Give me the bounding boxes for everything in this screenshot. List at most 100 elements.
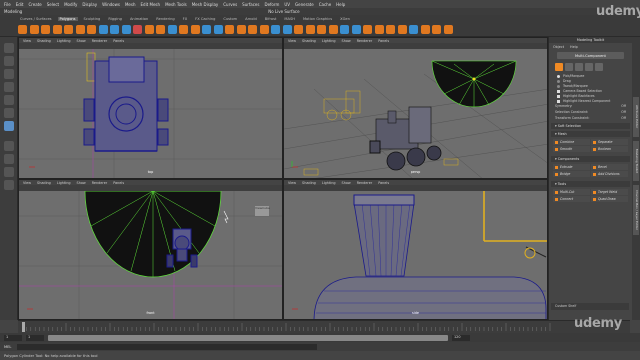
select-tool-icon[interactable] (4, 43, 14, 53)
menu-item[interactable]: Curves (223, 2, 237, 7)
vp-menu-renderer[interactable]: Renderer (357, 181, 372, 185)
range-bar[interactable] (48, 334, 448, 341)
shelf-tool-icon[interactable] (75, 25, 85, 34)
menu-item[interactable]: Cache (319, 2, 331, 7)
menu-item[interactable]: Select (47, 2, 59, 7)
shelf-tab[interactable]: Rigging (106, 17, 124, 21)
vp-menu-panels[interactable]: Panels (113, 39, 124, 43)
vp-menu-shading[interactable]: Shading (302, 181, 316, 185)
multi-component-button[interactable]: Multi-Component (557, 52, 624, 59)
vp-menu-panels[interactable]: Panels (378, 39, 389, 43)
rotate-tool-icon[interactable] (4, 95, 14, 105)
range-start-field[interactable]: 1 (4, 334, 22, 341)
shelf-tool-icon[interactable] (179, 25, 188, 34)
shelf-tool-icon[interactable] (64, 25, 73, 34)
shelf-tool-icon[interactable] (41, 25, 50, 34)
shelf-tool-icon[interactable] (363, 25, 372, 34)
time-slider[interactable] (18, 320, 630, 333)
shelf-tool-icon[interactable] (420, 25, 430, 34)
shelf-tool-icon[interactable] (397, 25, 407, 34)
shelf-tool-icon[interactable] (374, 25, 384, 34)
shelf-tab[interactable]: Curves / Surfaces (18, 17, 54, 21)
shelf-tab[interactable]: MASH (282, 17, 297, 21)
range-end-field[interactable]: 120 (452, 334, 470, 341)
extrude-button[interactable]: Extrude (553, 164, 590, 170)
vp-menu-view[interactable]: View (23, 39, 31, 43)
shelf-tool-icon[interactable] (225, 25, 234, 34)
shelf-tool-icon[interactable] (294, 25, 303, 34)
shelf-tool-icon[interactable] (259, 25, 269, 34)
shelf-tab[interactable]: Polygons (57, 16, 78, 21)
menu-item[interactable]: Mesh Display (192, 2, 219, 7)
bevel-button[interactable]: Bevel (591, 164, 628, 170)
paint-select-icon[interactable] (4, 69, 14, 79)
shelf-tool-icon[interactable] (18, 25, 27, 34)
vp-menu-view[interactable]: View (23, 181, 31, 185)
tab-modeling-toolkit[interactable]: Modeling Toolkit (633, 141, 639, 181)
vp-menu-show[interactable]: Show (77, 181, 86, 185)
shelf-tab[interactable]: Sculpting (82, 17, 103, 21)
vp-menu-shading[interactable]: Shading (37, 181, 51, 185)
vp-menu-shading[interactable]: Shading (37, 39, 51, 43)
face-mode-icon[interactable] (585, 63, 593, 71)
shelf-tool-icon[interactable] (248, 25, 257, 34)
side-by-side-layout-icon[interactable] (4, 167, 14, 177)
vp-menu-view[interactable]: View (288, 39, 296, 43)
viewport-persp[interactable]: View Shading Lighting Show Renderer Pane… (283, 37, 548, 179)
persp-outliner-layout-icon[interactable] (4, 180, 14, 190)
tab-help[interactable]: Help (570, 45, 578, 49)
vp-menu-view[interactable]: View (288, 181, 296, 185)
shelf-tool-icon[interactable] (156, 25, 165, 34)
vp-menu-renderer[interactable]: Renderer (92, 39, 107, 43)
lasso-tool-icon[interactable] (4, 56, 14, 66)
shelf-tool-icon[interactable] (305, 25, 315, 34)
shelf-tab[interactable]: Rendering (154, 17, 176, 21)
shelf-tool-icon[interactable] (121, 25, 131, 34)
current-time-marker[interactable] (22, 322, 25, 332)
vp-menu-renderer[interactable]: Renderer (92, 181, 107, 185)
tab-object[interactable]: Object (553, 45, 564, 49)
shelf-tool-icon[interactable] (340, 25, 349, 34)
target-weld-button[interactable]: Target Weld (591, 189, 628, 195)
add-divisions-button[interactable]: Add Divisions (591, 171, 628, 177)
smooth-button[interactable]: Smooth (553, 146, 590, 152)
vp-menu-lighting[interactable]: Lighting (322, 181, 336, 185)
vp-menu-lighting[interactable]: Lighting (57, 39, 71, 43)
shelf-tool-icon[interactable] (213, 25, 223, 34)
shelf-tool-icon[interactable] (144, 25, 154, 34)
shelf-tool-icon[interactable] (190, 25, 200, 34)
soft-selection-section[interactable]: Soft Selection (551, 123, 630, 129)
menu-item[interactable]: Deform (264, 2, 279, 7)
menu-item[interactable]: Display (82, 2, 97, 7)
shelf-tab[interactable]: FX Caching (193, 17, 217, 21)
transform-constraint-row[interactable]: Transform Constraint: Off (549, 115, 632, 121)
viewport-top[interactable]: View Shading Lighting Show Renderer Pane… (18, 37, 283, 179)
mel-input[interactable] (17, 343, 318, 350)
shelf-tool-icon[interactable] (110, 25, 119, 34)
shelf-tool-icon[interactable] (443, 25, 453, 34)
range-current-field[interactable]: 1 (26, 334, 44, 341)
menu-item[interactable]: Surfaces (242, 2, 259, 7)
shelf-tool-icon[interactable] (87, 25, 96, 34)
menu-item[interactable]: Create (28, 2, 41, 7)
shelf-tool-icon[interactable] (282, 25, 292, 34)
shelf-tab[interactable]: XGen (338, 17, 352, 21)
shelf-tool-icon[interactable] (328, 25, 338, 34)
menu-item[interactable]: UV (284, 2, 290, 7)
shelf-tool-icon[interactable] (409, 25, 418, 34)
shelf-tab[interactable]: Bifrost (263, 17, 279, 21)
vp-menu-lighting[interactable]: Lighting (322, 39, 336, 43)
viewport-side[interactable]: View Shading Lighting Show Renderer Pane… (283, 179, 548, 320)
viewcube-chip[interactable]: ViewCube (255, 206, 270, 216)
tab-channel-box[interactable]: Channel Box / Layer Editor (633, 185, 639, 235)
vp-menu-show[interactable]: Show (342, 39, 351, 43)
shelf-tool-icon[interactable] (351, 25, 361, 34)
shelf-tab[interactable]: Motion Graphics (301, 17, 334, 21)
vertex-mode-icon[interactable] (565, 63, 573, 71)
live-surface-label[interactable]: No Live Surface (268, 9, 299, 14)
shelf-tool-icon[interactable] (133, 25, 142, 34)
menu-item[interactable]: Edit (16, 2, 24, 7)
tab-attribute-editor[interactable]: Attribute Editor (633, 97, 639, 137)
vp-menu-panels[interactable]: Panels (113, 181, 124, 185)
shelf-tool-icon[interactable] (236, 25, 246, 34)
